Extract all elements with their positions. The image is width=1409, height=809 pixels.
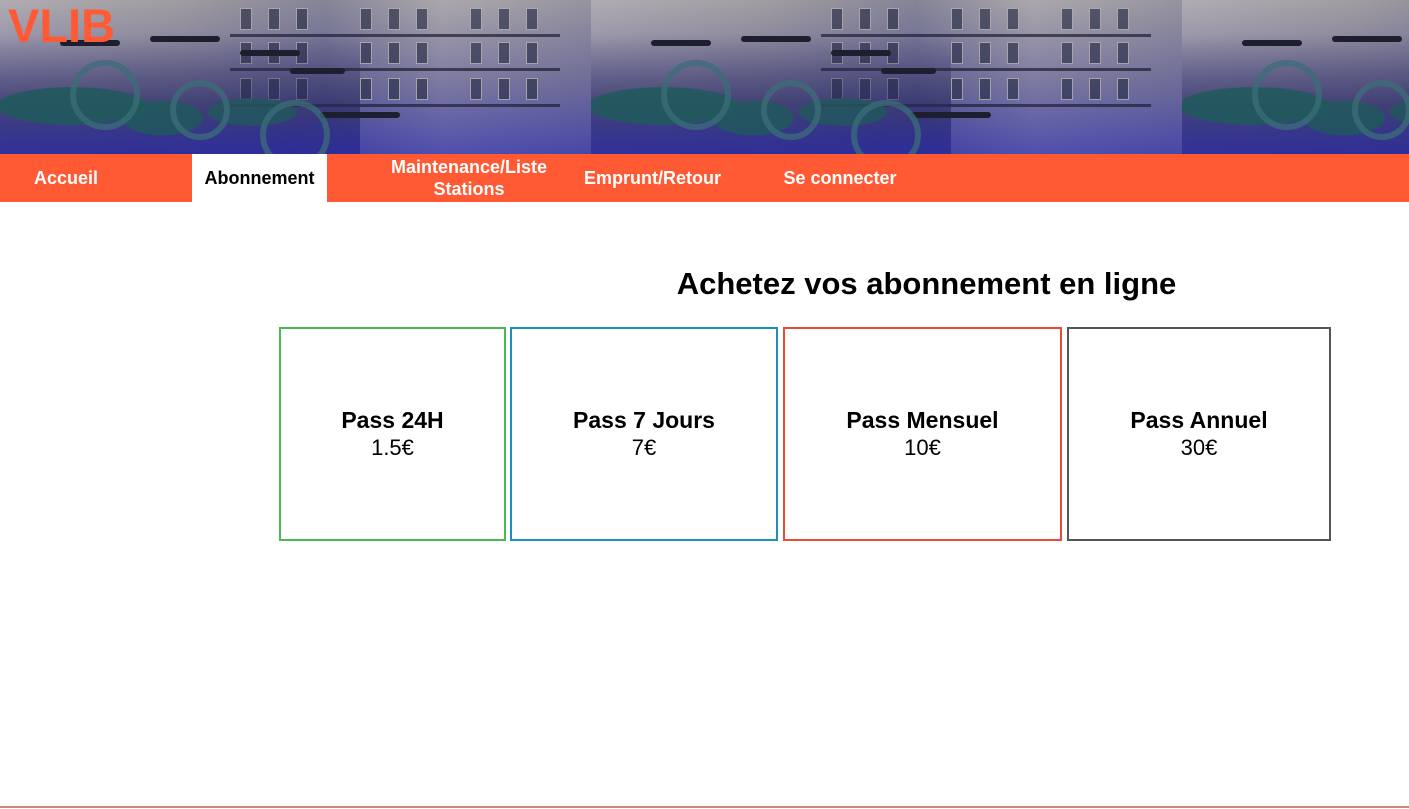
bike-handlebar — [1332, 36, 1402, 42]
building-window — [526, 8, 538, 30]
building-window — [360, 78, 372, 100]
building-window — [498, 42, 510, 64]
bike-handlebar — [651, 40, 711, 46]
bike-handlebar — [1242, 40, 1302, 46]
pass-card-mensuel[interactable]: Pass Mensuel 10€ — [783, 327, 1062, 541]
building-window — [831, 8, 843, 30]
building-window — [526, 78, 538, 100]
building-window — [1061, 78, 1073, 100]
pass-name: Pass Annuel — [1130, 407, 1268, 433]
pass-card-7-jours[interactable]: Pass 7 Jours 7€ — [510, 327, 778, 541]
bike-wheel — [761, 80, 821, 140]
nav-item-se-connecter[interactable]: Se connecter — [770, 154, 910, 202]
bike-handlebar — [290, 68, 345, 74]
nav-item-abonnement[interactable]: Abonnement — [192, 154, 327, 202]
building-window — [1089, 42, 1101, 64]
building-window — [416, 8, 428, 30]
nav-item-accueil[interactable]: Accueil — [0, 154, 132, 202]
pass-price: 30€ — [1180, 435, 1218, 460]
building-window — [526, 42, 538, 64]
pass-price: 10€ — [904, 435, 941, 460]
building-window — [951, 42, 963, 64]
building-window — [1007, 8, 1019, 30]
bike-wheel — [661, 60, 731, 130]
building-window — [1007, 42, 1019, 64]
building-window — [416, 78, 428, 100]
building-window — [498, 8, 510, 30]
building-window — [859, 8, 871, 30]
header-banner: VLIB — [0, 0, 1409, 154]
page-title: Achetez vos abonnement en ligne — [676, 266, 1177, 301]
bike-handlebar — [741, 36, 811, 42]
nav-item-label: Emprunt/Retour — [584, 168, 721, 188]
main-nav: Accueil Abonnement Maintenance/Liste Sta… — [0, 154, 1409, 202]
bike-wheel — [70, 60, 140, 130]
building-window — [1117, 8, 1129, 30]
pass-name: Pass Mensuel — [846, 407, 999, 433]
bike-handlebar — [150, 36, 220, 42]
footer-divider — [0, 806, 1409, 808]
pass-price: 1.5€ — [371, 435, 414, 460]
building-window — [1007, 78, 1019, 100]
building-window — [470, 8, 482, 30]
building-window — [1061, 8, 1073, 30]
bike-handlebar — [831, 50, 891, 56]
building-window — [979, 42, 991, 64]
pass-name: Pass 7 Jours — [573, 407, 715, 433]
building-window — [951, 8, 963, 30]
site-logo[interactable]: VLIB — [8, 0, 115, 54]
pass-card-24h[interactable]: Pass 24H 1.5€ — [279, 327, 506, 541]
bike-wheel — [1252, 60, 1322, 130]
nav-item-label: Se connecter — [783, 168, 897, 188]
building-window — [360, 8, 372, 30]
building-window — [951, 78, 963, 100]
banner-photo — [591, 0, 1182, 154]
bike-wheel — [1352, 80, 1409, 140]
building-window — [360, 42, 372, 64]
building-window — [388, 78, 400, 100]
building-window — [979, 78, 991, 100]
building-window — [979, 8, 991, 30]
bike-handlebar — [240, 50, 300, 56]
nav-item-label: Accueil — [33, 168, 99, 188]
banner-photo — [1182, 0, 1409, 154]
building-window — [1117, 42, 1129, 64]
building-window — [498, 78, 510, 100]
building-window — [887, 8, 899, 30]
nav-item-label: Abonnement — [204, 168, 315, 188]
building-window — [296, 8, 308, 30]
nav-item-maintenance-stations[interactable]: Maintenance/Liste Stations — [380, 154, 558, 202]
building-window — [416, 42, 428, 64]
building-window — [1089, 78, 1101, 100]
building-window — [470, 78, 482, 100]
bike-handlebar — [911, 112, 991, 118]
bike-handlebar — [320, 112, 400, 118]
nav-item-emprunt-retour[interactable]: Emprunt/Retour — [570, 154, 735, 202]
bike-wheel — [170, 80, 230, 140]
pass-price: 7€ — [631, 435, 657, 460]
nav-item-label: Maintenance/Liste Stations — [390, 157, 548, 199]
building-window — [1117, 78, 1129, 100]
building-window — [1089, 8, 1101, 30]
building-window — [268, 8, 280, 30]
building-window — [1061, 42, 1073, 64]
bike-handlebar — [881, 68, 936, 74]
building-window — [240, 8, 252, 30]
building-window — [470, 42, 482, 64]
building-window — [388, 42, 400, 64]
building-window — [388, 8, 400, 30]
pass-card-annuel[interactable]: Pass Annuel 30€ — [1067, 327, 1331, 541]
pass-name: Pass 24H — [341, 407, 444, 433]
